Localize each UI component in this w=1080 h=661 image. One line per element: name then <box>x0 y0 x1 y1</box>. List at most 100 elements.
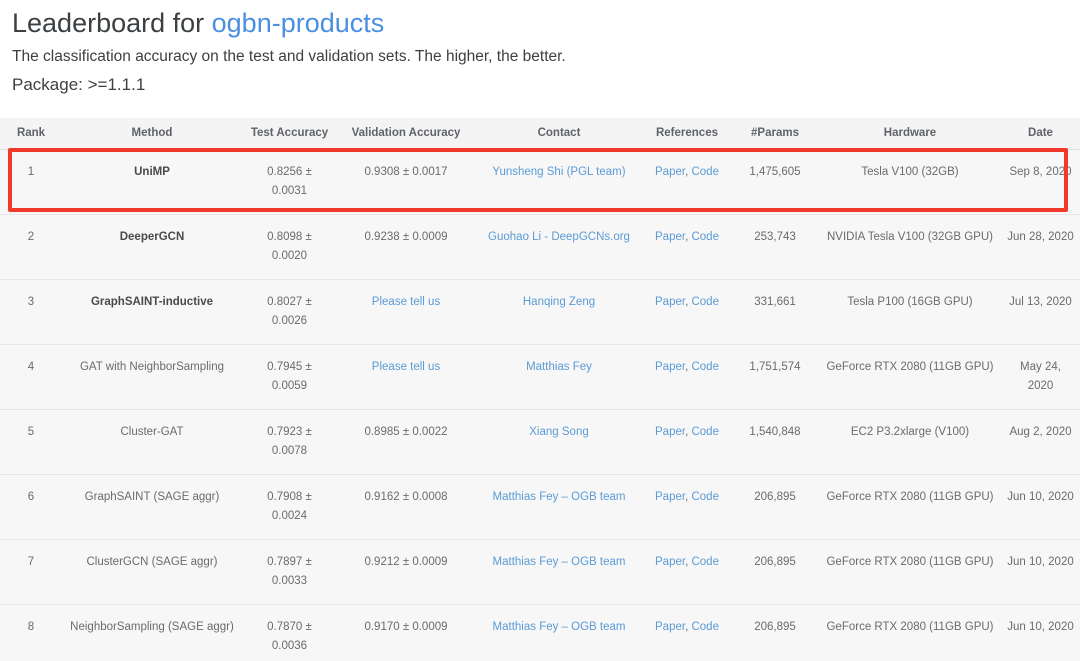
cell-validation-accuracy[interactable]: Please tell us <box>337 344 475 410</box>
contact-link[interactable]: Matthias Fey – OGB team <box>493 621 626 633</box>
leaderboard-page: Leaderboard for ogbn-products The classi… <box>0 0 1080 661</box>
reference-code-link[interactable]: Code <box>691 166 719 178</box>
cell-params: 1,540,848 <box>731 409 819 475</box>
cell-method: DeeperGCN <box>62 214 242 280</box>
cell-date: Jun 10, 2020 <box>1001 474 1080 540</box>
cell-date: Jun 10, 2020 <box>1001 604 1080 661</box>
table-row: 8 NeighborSampling (SAGE aggr) 0.7870 ± 0.… <box>0 604 1080 661</box>
reference-code-link[interactable]: Code <box>691 621 719 633</box>
cell-contact[interactable]: Guohao Li - DeepGCNs.org <box>475 214 643 280</box>
cell-contact[interactable]: Matthias Fey – OGB team <box>475 539 643 605</box>
reference-paper-link[interactable]: Paper <box>655 361 685 373</box>
reference-code-link[interactable]: Code <box>691 426 719 438</box>
cell-references[interactable]: Paper, Code <box>643 214 731 280</box>
heading-block: Leaderboard for ogbn-products The classi… <box>0 0 1080 97</box>
cell-test-accuracy: 0.8098 ± 0.0020 <box>242 214 337 280</box>
reference-code-link[interactable]: Code <box>691 231 719 243</box>
reference-paper-link[interactable]: Paper <box>655 491 685 503</box>
page-title-prefix: Leaderboard for <box>12 8 212 38</box>
cell-hardware: GeForce RTX 2080 (11GB GPU) <box>819 539 1001 605</box>
leaderboard-table-wrapper: Rank Method Test Accuracy Validation Acc… <box>0 118 1080 661</box>
reference-paper-link[interactable]: Paper <box>655 231 685 243</box>
cell-method: Cluster-GAT <box>62 409 242 475</box>
contact-link[interactable]: Guohao Li - DeepGCNs.org <box>488 231 630 243</box>
cell-test-accuracy: 0.8256 ± 0.0031 <box>242 149 337 215</box>
cell-contact[interactable]: Xiang Song <box>475 409 643 475</box>
cell-references[interactable]: Paper, Code <box>643 539 731 605</box>
cell-validation-accuracy: 0.9308 ± 0.0017 <box>337 149 475 215</box>
contact-link[interactable]: Matthias Fey <box>526 361 592 373</box>
cell-references[interactable]: Paper, Code <box>643 604 731 661</box>
cell-contact[interactable]: Matthias Fey <box>475 344 643 410</box>
cell-rank: 3 <box>0 279 62 345</box>
cell-contact[interactable]: Hanqing Zeng <box>475 279 643 345</box>
table-row: 3 GraphSAINT-inductive 0.8027 ± 0.0026 Plea… <box>0 279 1080 345</box>
reference-paper-link[interactable]: Paper <box>655 426 685 438</box>
cell-hardware: NVIDIA Tesla V100 (32GB GPU) <box>819 214 1001 280</box>
column-header-rank[interactable]: Rank <box>0 118 62 150</box>
cell-hardware: GeForce RTX 2080 (11GB GPU) <box>819 474 1001 540</box>
column-header-references[interactable]: References <box>643 118 731 150</box>
column-header-method[interactable]: Method <box>62 118 242 150</box>
table-header: Rank Method Test Accuracy Validation Acc… <box>0 118 1080 150</box>
table-header-row: Rank Method Test Accuracy Validation Acc… <box>0 118 1080 150</box>
column-header-hardware[interactable]: Hardware <box>819 118 1001 150</box>
dataset-link-ogbn-products[interactable]: ogbn-products <box>212 8 385 38</box>
contact-link[interactable]: Matthias Fey – OGB team <box>493 491 626 503</box>
column-header-contact[interactable]: Contact <box>475 118 643 150</box>
reference-code-link[interactable]: Code <box>691 556 719 568</box>
cell-references[interactable]: Paper, Code <box>643 344 731 410</box>
cell-test-accuracy: 0.7945 ± 0.0059 <box>242 344 337 410</box>
package-requirement: Package: >=1.1.1 <box>12 75 146 94</box>
reference-paper-link[interactable]: Paper <box>655 166 685 178</box>
table-row: 1 UniMP 0.8256 ± 0.0031 0.9308 ± 0.0017 Yuns… <box>0 149 1080 215</box>
contact-link[interactable]: Xiang Song <box>529 426 588 438</box>
cell-contact[interactable]: Matthias Fey – OGB team <box>475 604 643 661</box>
reference-code-link[interactable]: Code <box>691 296 719 308</box>
cell-validation-accuracy: 0.9170 ± 0.0009 <box>337 604 475 661</box>
cell-contact[interactable]: Yunsheng Shi (PGL team) <box>475 149 643 215</box>
reference-paper-link[interactable]: Paper <box>655 296 685 308</box>
column-header-params[interactable]: #Params <box>731 118 819 150</box>
reference-code-link[interactable]: Code <box>691 361 719 373</box>
contact-link[interactable]: Hanqing Zeng <box>523 296 595 308</box>
cell-rank: 5 <box>0 409 62 475</box>
table-row: 4 GAT with NeighborSampling 0.7945 ± 0.005… <box>0 344 1080 410</box>
reference-paper-link[interactable]: Paper <box>655 621 685 633</box>
cell-method: GAT with NeighborSampling <box>62 344 242 410</box>
cell-date: Aug 2, 2020 <box>1001 409 1080 475</box>
cell-params: 206,895 <box>731 474 819 540</box>
table-row: 2 DeeperGCN 0.8098 ± 0.0020 0.9238 ± 0.0009… <box>0 214 1080 280</box>
cell-references[interactable]: Paper, Code <box>643 149 731 215</box>
cell-hardware: GeForce RTX 2080 (11GB GPU) <box>819 344 1001 410</box>
table-body: 1 UniMP 0.8256 ± 0.0031 0.9308 ± 0.0017 Yuns… <box>0 149 1080 661</box>
reference-code-link[interactable]: Code <box>691 491 719 503</box>
cell-rank: 7 <box>0 539 62 605</box>
cell-method: NeighborSampling (SAGE aggr) <box>62 604 242 661</box>
cell-test-accuracy: 0.7923 ± 0.0078 <box>242 409 337 475</box>
cell-method: UniMP <box>62 149 242 215</box>
contact-link[interactable]: Yunsheng Shi (PGL team) <box>492 166 625 178</box>
cell-references[interactable]: Paper, Code <box>643 474 731 540</box>
cell-contact[interactable]: Matthias Fey – OGB team <box>475 474 643 540</box>
cell-params: 253,743 <box>731 214 819 280</box>
cell-rank: 4 <box>0 344 62 410</box>
table-row: 5 Cluster-GAT 0.7923 ± 0.0078 0.8985 ± 0.00… <box>0 409 1080 475</box>
reference-paper-link[interactable]: Paper <box>655 556 685 568</box>
cell-params: 1,475,605 <box>731 149 819 215</box>
validation-accuracy-link[interactable]: Please tell us <box>372 361 440 373</box>
column-header-test-accuracy[interactable]: Test Accuracy <box>242 118 337 150</box>
cell-references[interactable]: Paper, Code <box>643 409 731 475</box>
validation-accuracy-link[interactable]: Please tell us <box>372 296 440 308</box>
cell-params: 206,895 <box>731 604 819 661</box>
cell-date: Jul 13, 2020 <box>1001 279 1080 345</box>
leaderboard-table: Rank Method Test Accuracy Validation Acc… <box>0 118 1080 661</box>
contact-link[interactable]: Matthias Fey – OGB team <box>493 556 626 568</box>
cell-rank: 8 <box>0 604 62 661</box>
cell-references[interactable]: Paper, Code <box>643 279 731 345</box>
column-header-validation-accuracy[interactable]: Validation Accuracy <box>337 118 475 150</box>
cell-test-accuracy: 0.8027 ± 0.0026 <box>242 279 337 345</box>
cell-validation-accuracy[interactable]: Please tell us <box>337 279 475 345</box>
table-row: 7 ClusterGCN (SAGE aggr) 0.7897 ± 0.0033 0.… <box>0 539 1080 605</box>
column-header-date[interactable]: Date <box>1001 118 1080 150</box>
